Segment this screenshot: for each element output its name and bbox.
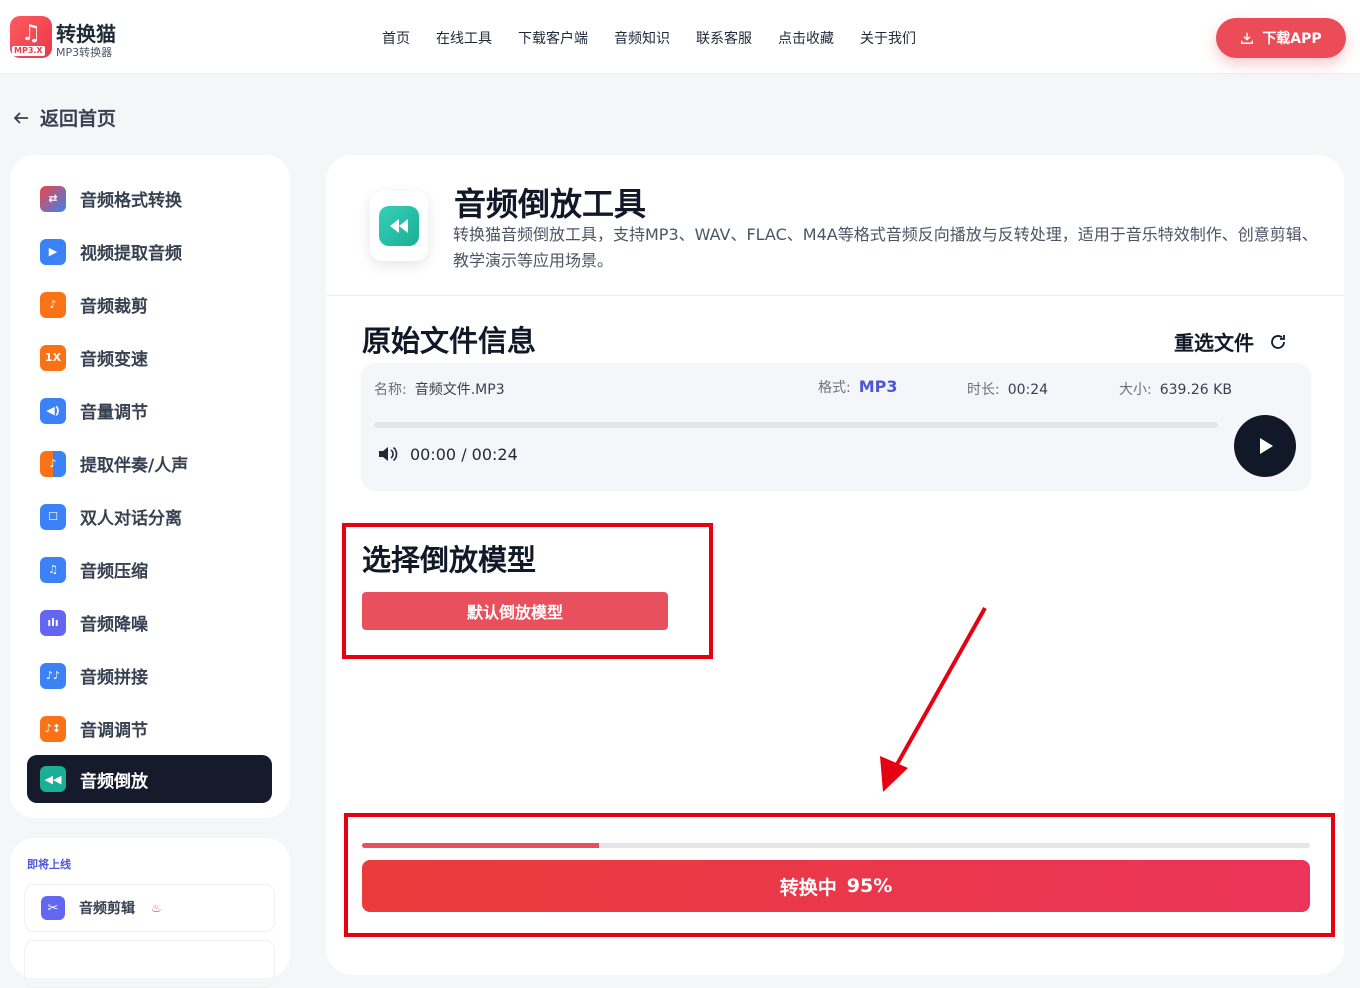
page-title: 音频倒放工具 <box>454 185 647 223</box>
dialog-split-icon: ☐ <box>40 503 66 530</box>
file-name: 名称: 音频文件.MP3 <box>374 382 505 398</box>
play-button[interactable] <box>1234 415 1296 477</box>
sidebar-item-reverse[interactable]: ◀◀ 音频倒放 <box>27 755 272 803</box>
denoise-icon: ılı <box>40 609 66 636</box>
coming-soon-item-audio-edit[interactable]: ✂ 音频剪辑 ♨ <box>24 884 275 932</box>
default-model-button[interactable]: 默认倒放模型 <box>362 592 668 630</box>
tool-icon <box>370 191 428 261</box>
section-title-file-info: 原始文件信息 <box>362 324 537 358</box>
sidebar-item-volume[interactable]: ◀) 音量调节 <box>10 384 290 437</box>
sidebar: ⇄ 音频格式转换 ▶ 视频提取音频 ♪ 音频裁剪 1X 音频变速 ◀) 音量调节 ♪ 提取伴… <box>10 155 290 818</box>
pitch-icon: ♪↕ <box>40 715 66 742</box>
convert-label: 转换中 <box>779 876 837 899</box>
sidebar-item-vocal-extract[interactable]: ♪ 提取伴奏/人声 <box>10 437 290 490</box>
file-duration: 时长: 00:24 <box>967 382 1049 398</box>
sidebar-item-dialog-split[interactable]: ☐ 双人对话分离 <box>10 490 290 543</box>
download-app-label: 下载APP <box>1262 31 1322 47</box>
convert-button[interactable]: 转换中 95% <box>362 860 1310 912</box>
conversion-progress-bar <box>362 843 1310 848</box>
section-title-model: 选择倒放模型 <box>362 543 537 577</box>
merge-icon: ♪♪ <box>40 662 66 689</box>
sidebar-item-speed[interactable]: 1X 音频变速 <box>10 331 290 384</box>
sidebar-item-video-extract[interactable]: ▶ 视频提取音频 <box>10 225 290 278</box>
logo-subtitle: MP3转换器 <box>56 46 113 59</box>
volume-icon: ◀) <box>40 397 66 424</box>
arrow-left-icon <box>13 111 28 124</box>
download-app-button[interactable]: 下载APP <box>1216 18 1346 58</box>
nav-audio-knowledge[interactable]: 音频知识 <box>614 28 670 48</box>
speaker-icon[interactable] <box>376 443 398 465</box>
coming-soon-item-partial[interactable] <box>24 940 275 988</box>
file-format: 格式: MP3 <box>818 377 898 396</box>
main-nav: 首页 在线工具 下载客户端 音频知识 联系客服 点击收藏 关于我们 <box>382 28 942 48</box>
nav-online-tools[interactable]: 在线工具 <box>436 28 492 48</box>
video-extract-icon: ▶ <box>40 238 66 265</box>
play-icon <box>1260 438 1273 454</box>
coming-soon-panel: 即将上线 ✂ 音频剪辑 ♨ <box>10 838 290 988</box>
file-info-card: 名称: 音频文件.MP3 格式: MP3 时长: 00:24 大小: 639.26 KB… <box>361 363 1311 491</box>
reselect-file-button[interactable]: 重选文件 <box>1174 327 1288 356</box>
nav-download-client[interactable]: 下载客户端 <box>518 28 588 48</box>
nav-home[interactable]: 首页 <box>382 28 410 48</box>
coming-soon-title: 即将上线 <box>27 858 71 871</box>
playback-track[interactable] <box>374 422 1218 428</box>
main-panel: 音频倒放工具 转换猫音频倒放工具，支持MP3、WAV、FLAC、M4A等格式音频… <box>326 155 1344 975</box>
tool-description: 转换猫音频倒放工具，支持MP3、WAV、FLAC、M4A等格式音频反向播放与反转… <box>453 225 1318 270</box>
nav-about[interactable]: 关于我们 <box>860 28 916 48</box>
compress-icon: ♫ <box>40 556 66 583</box>
refresh-icon <box>1271 334 1285 349</box>
flame-icon: ♨ <box>151 901 162 915</box>
top-bar: ♫ MP3.X 转换猫 MP3转换器 首页 在线工具 下载客户端 音频知识 联系客… <box>0 0 1360 74</box>
sidebar-item-merge[interactable]: ♪♪ 音频拼接 <box>10 649 290 702</box>
reverse-icon <box>379 206 419 246</box>
speed-icon: 1X <box>40 344 66 371</box>
back-home-link[interactable]: 返回首页 <box>12 104 116 131</box>
player-time: 00:00 / 00:24 <box>410 444 518 464</box>
reverse-icon: ◀◀ <box>40 766 66 792</box>
divider <box>326 295 1344 296</box>
sidebar-item-audio-cut[interactable]: ♪ 音频裁剪 <box>10 278 290 331</box>
download-icon <box>1241 32 1254 44</box>
format-convert-icon: ⇄ <box>40 185 66 212</box>
scissors-icon: ✂ <box>41 896 65 920</box>
player-controls: 00:00 / 00:24 <box>376 443 518 465</box>
logo-title: 转换猫 <box>56 22 116 46</box>
convert-percent: 95% <box>846 875 893 897</box>
back-home-label: 返回首页 <box>40 108 117 130</box>
sidebar-item-denoise[interactable]: ılı 音频降噪 <box>10 596 290 649</box>
vocal-extract-icon: ♪ <box>40 450 66 477</box>
sidebar-item-compress[interactable]: ♫ 音频压缩 <box>10 543 290 596</box>
audio-cut-icon: ♪ <box>40 291 66 318</box>
nav-bookmark[interactable]: 点击收藏 <box>778 28 834 48</box>
logo-icon: ♫ MP3.X <box>10 16 52 58</box>
nav-contact-support[interactable]: 联系客服 <box>696 28 752 48</box>
sidebar-item-pitch[interactable]: ♪↕ 音调调节 <box>10 702 290 755</box>
sidebar-item-format-convert[interactable]: ⇄ 音频格式转换 <box>10 172 290 225</box>
file-size: 大小: 639.26 KB <box>1119 382 1232 398</box>
logo[interactable]: ♫ MP3.X 转换猫 MP3转换器 <box>10 14 140 62</box>
conversion-progress-fill <box>362 843 599 848</box>
